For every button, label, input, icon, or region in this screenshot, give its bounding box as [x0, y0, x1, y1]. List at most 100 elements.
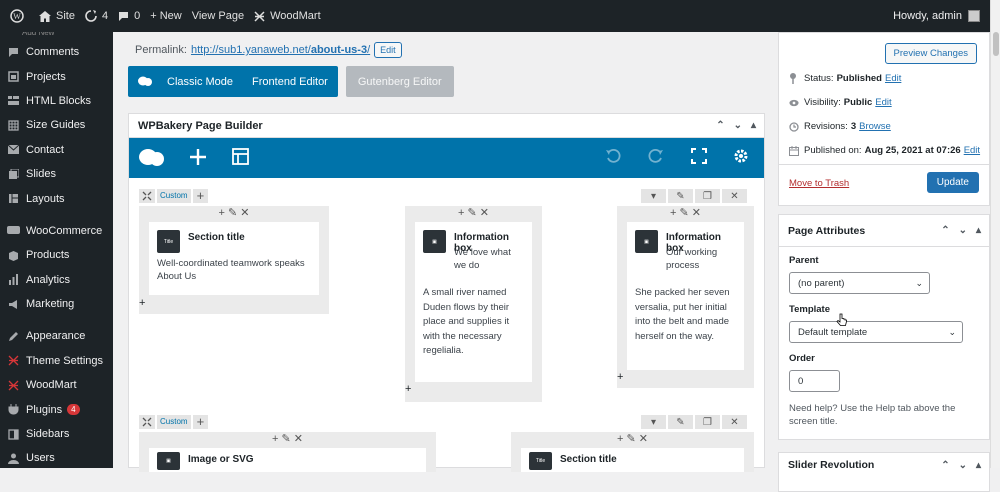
column-controls[interactable]: + ✎ ✕	[511, 432, 754, 446]
row-clone-icon[interactable]: ❐	[695, 415, 720, 429]
toggle-panel-icon[interactable]: ▴	[976, 460, 981, 471]
toggle-panel-icon[interactable]: ▴	[976, 225, 981, 236]
scrollbar-thumb[interactable]	[993, 32, 999, 56]
admin-bar: W Site 4 0 + New View Page WoodMart Howd…	[0, 0, 990, 32]
move-down-icon[interactable]: ⌄	[959, 225, 967, 236]
row-move-icon[interactable]	[139, 415, 155, 429]
move-up-icon[interactable]: ⌃	[941, 225, 949, 236]
frontend-editor-button[interactable]: Frontend Editor	[252, 76, 328, 88]
row-add-column-button[interactable]: +	[192, 415, 209, 429]
user-menu[interactable]: Howdy, admin	[893, 10, 980, 22]
update-button[interactable]: Update	[926, 172, 979, 193]
row-delete-icon[interactable]: ✕	[722, 415, 747, 429]
template-label: Template	[789, 304, 831, 315]
move-up-icon[interactable]: ⌃	[716, 120, 724, 131]
wordpress-logo-icon[interactable]: W	[10, 9, 29, 23]
column-controls[interactable]: + ✎ ✕	[617, 206, 754, 220]
sidebar-item-users[interactable]: Users	[0, 446, 113, 468]
permalink-url[interactable]: http://sub1.yanaweb.net/about-us-3/	[191, 44, 370, 56]
preview-changes-button[interactable]: Preview Changes	[884, 43, 977, 64]
templates-icon[interactable]	[232, 148, 249, 168]
browse-revisions-link[interactable]: Browse	[859, 121, 891, 132]
template-select[interactable]: Default template ⌄	[789, 321, 963, 343]
sidebar-item-plugins[interactable]: Plugins 4	[0, 397, 113, 421]
move-up-icon[interactable]: ⌃	[941, 460, 949, 471]
toggle-panel-icon[interactable]: ▴	[751, 120, 756, 131]
gutenberg-editor-button[interactable]: Gutenberg Editor	[345, 66, 454, 97]
sidebar-item-layouts[interactable]: Layouts	[0, 186, 113, 210]
sidebar-item-theme-settings[interactable]: Theme Settings	[0, 349, 113, 373]
element-information-box[interactable]: ▣ Information box We love what we do A sm…	[415, 222, 532, 382]
sidebar-item-woodmart[interactable]: WoodMart	[0, 373, 113, 397]
redo-icon[interactable]	[648, 148, 664, 167]
sidebar-partial-item[interactable]: Add New	[0, 32, 113, 40]
permalink-edit-button[interactable]: Edit	[374, 42, 402, 58]
move-down-icon[interactable]: ⌄	[734, 120, 742, 131]
page-attributes-title: Page Attributes	[788, 224, 866, 237]
sidebar-item-label: WoodMart	[26, 379, 77, 392]
parent-select[interactable]: (no parent) ⌄	[789, 272, 930, 294]
row-layout-custom[interactable]: Custom	[157, 189, 191, 203]
column-controls[interactable]: + ✎ ✕	[405, 206, 542, 220]
sidebar-item-appearance[interactable]: Appearance	[0, 324, 113, 348]
row-clone-icon[interactable]: ❐	[695, 189, 720, 203]
settings-gear-icon[interactable]	[733, 148, 749, 167]
row-edit-icon[interactable]: ✎	[668, 415, 693, 429]
column-controls[interactable]: + ✎ ✕	[139, 206, 329, 220]
undo-icon[interactable]	[605, 148, 621, 167]
comments-link[interactable]: 0	[118, 10, 140, 22]
sidebar-item-size-guides[interactable]: Size Guides	[0, 113, 113, 137]
page-scrollbar[interactable]	[990, 0, 1000, 468]
sidebar-item-woocommerce[interactable]: WooCommerce	[0, 219, 113, 243]
sidebar-item-products[interactable]: Products	[0, 243, 113, 267]
edit-status-link[interactable]: Edit	[885, 73, 901, 84]
sidebar-item-label: Layouts	[26, 192, 65, 205]
edit-date-link[interactable]: Edit	[964, 145, 980, 156]
classic-mode-button[interactable]: Classic Mode	[167, 76, 233, 88]
status-value: Published	[836, 73, 882, 84]
sidebar-item-comments[interactable]: Comments	[0, 40, 113, 64]
updates-count: 4	[101, 10, 109, 22]
row-edit-icon[interactable]: ✎	[668, 189, 693, 203]
slider-revolution-title: Slider Revolution	[788, 459, 875, 471]
order-input[interactable]: 0	[789, 370, 840, 392]
sidebar-item-contact[interactable]: Contact	[0, 138, 113, 162]
sidebar-item-sidebars[interactable]: Sidebars	[0, 422, 113, 446]
row-add-column-button[interactable]: +	[192, 189, 209, 203]
sidebar-item-analytics[interactable]: Analytics	[0, 268, 113, 292]
add-element-icon[interactable]	[189, 148, 207, 169]
element-section-title[interactable]: Title Section title	[521, 448, 744, 472]
row-delete-icon[interactable]: ✕	[722, 189, 747, 203]
edit-visibility-link[interactable]: Edit	[875, 97, 891, 108]
view-page-link[interactable]: View Page	[192, 10, 244, 22]
column-add-element-button[interactable]: +	[405, 383, 542, 400]
column-add-element-button[interactable]: +	[139, 297, 329, 314]
sidebar-item-marketing[interactable]: Marketing	[0, 292, 113, 316]
element-image-or-svg[interactable]: ▣ Image or SVG	[149, 448, 426, 472]
new-content-link[interactable]: + New	[150, 10, 182, 22]
sidebar-item-label: Marketing	[26, 298, 75, 311]
row-toggle-icon[interactable]: ▾	[641, 415, 666, 429]
column-add-element-button[interactable]: +	[617, 371, 754, 388]
sidebar-item-slides[interactable]: Slides	[0, 162, 113, 186]
new-label: + New	[150, 10, 182, 22]
element-information-box[interactable]: ▣ Information box Our working process She…	[627, 222, 744, 370]
element-title: Section title	[188, 232, 245, 243]
row-move-icon[interactable]	[139, 189, 155, 203]
revisions-icon	[789, 121, 799, 132]
site-link[interactable]: Site	[39, 10, 75, 22]
move-down-icon[interactable]: ⌄	[959, 460, 967, 471]
sidebar-item-projects[interactable]: Projects	[0, 64, 113, 88]
woodmart-link[interactable]: WoodMart	[254, 10, 321, 22]
element-section-title[interactable]: Title Section title Well-coordinated team…	[149, 222, 319, 295]
move-to-trash-link[interactable]: Move to Trash	[789, 178, 849, 189]
updates-link[interactable]: 4	[85, 10, 108, 22]
wpbakery-logo-icon[interactable]	[139, 148, 165, 171]
row-controls: Custom +	[139, 415, 209, 429]
fullscreen-icon[interactable]	[691, 148, 707, 167]
row-toggle-icon[interactable]: ▾	[641, 189, 666, 203]
row-layout-custom[interactable]: Custom	[157, 415, 191, 429]
wpbakery-panel-header: WPBakery Page Builder ⌃ ⌄ ▴	[129, 114, 764, 138]
column-controls[interactable]: + ✎ ✕	[139, 432, 436, 446]
sidebar-item-html-blocks[interactable]: HTML Blocks	[0, 89, 113, 113]
